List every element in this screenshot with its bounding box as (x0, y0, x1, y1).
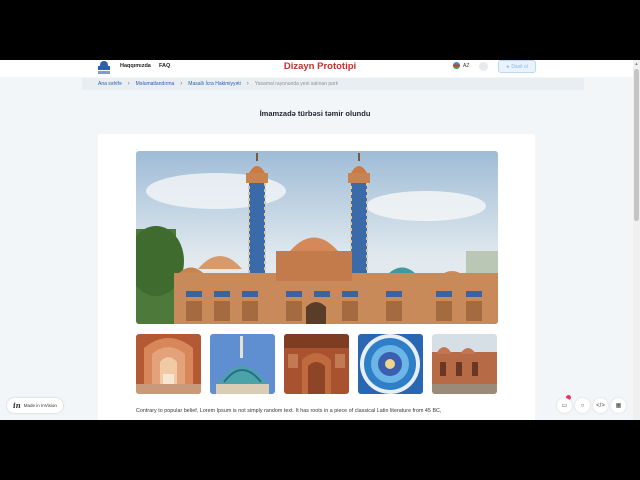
chevron-right-icon: › (180, 81, 183, 87)
vertical-scrollbar[interactable]: ▲ (633, 60, 640, 420)
thumbnail-blue-ceiling[interactable] (358, 334, 423, 394)
thumbnail-arched-corridor[interactable] (136, 334, 201, 394)
breadcrumb-current: Yasamal rayonunda yeni salınan park (254, 81, 339, 87)
login-label: Daxil ol (511, 63, 528, 70)
flag-icon (453, 62, 460, 69)
breadcrumb-authority[interactable]: Masallı İcra Hakimiyyəti (188, 81, 241, 87)
search-icon[interactable] (479, 62, 488, 71)
scroll-up-icon[interactable]: ▲ (634, 61, 639, 66)
scroll-thumb[interactable] (634, 69, 639, 221)
thumbnail-brick-interior[interactable] (284, 334, 349, 394)
hero-image[interactable] (136, 151, 498, 324)
article-paragraph: Contrary to popular belief, Lorem Ipsum … (136, 408, 442, 414)
grid-icon[interactable]: ▦ (611, 398, 626, 413)
language-label: AZ (463, 62, 470, 69)
site-title: Dizayn Prototipi (283, 61, 357, 72)
language-switcher[interactable]: AZ (453, 62, 469, 69)
invision-badge-label: Made in InVision (23, 403, 57, 408)
article-card: Contrary to popular belief, Lorem Ipsum … (98, 134, 535, 420)
top-header: Haqqımızda FAQ Dizayn Prototipi AZ ● Dax… (0, 60, 640, 77)
thumbnail-turquoise-dome[interactable] (210, 334, 275, 394)
page-title: İmamzadə türbəsi təmir olundu (259, 109, 371, 118)
code-icon[interactable]: </> (593, 398, 608, 413)
breadcrumb-home[interactable]: Ana səhifə (98, 81, 122, 87)
search-tool-icon[interactable]: ○ (575, 398, 590, 413)
app-frame: Haqqımızda FAQ Dizayn Prototipi AZ ● Dax… (0, 60, 640, 420)
breadcrumb: Ana səhifə › Məlumatlandırma › Masallı İ… (82, 78, 584, 90)
invision-badge[interactable]: in Made in InVision (7, 398, 63, 413)
thumbnail-brick-building[interactable] (432, 334, 497, 394)
comment-icon[interactable]: ▭ (557, 398, 572, 413)
chevron-right-icon: › (127, 81, 130, 87)
login-button[interactable]: ● Daxil ol (498, 60, 536, 73)
invision-logo: in (13, 401, 21, 410)
breadcrumb-info[interactable]: Məlumatlandırma (136, 81, 175, 87)
chevron-right-icon: › (246, 81, 249, 87)
user-icon: ● (506, 63, 510, 70)
